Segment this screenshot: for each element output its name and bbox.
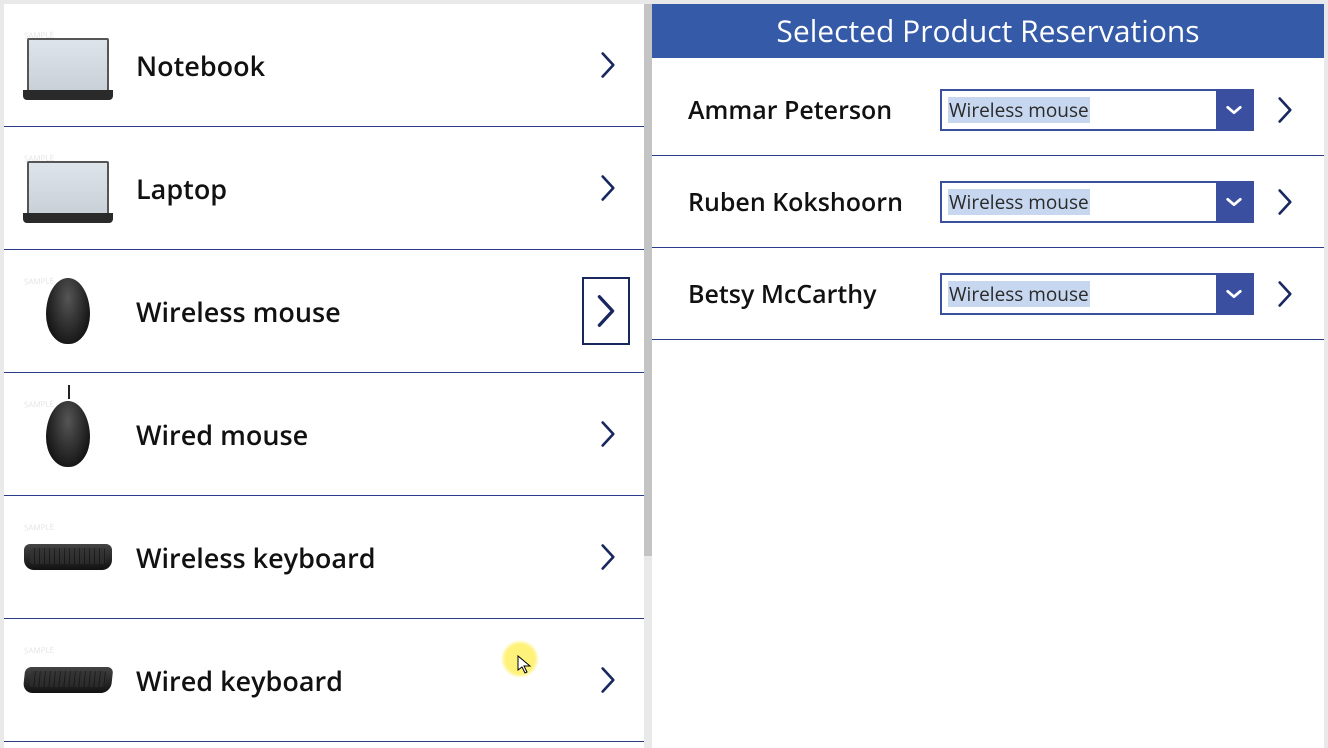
product-thumbnail: SAMPLE (22, 641, 114, 719)
person-name: Betsy McCarthy (688, 277, 940, 311)
product-thumbnail: SAMPLE (22, 149, 114, 227)
reservation-row: Ammar Peterson Wireless mouse (652, 64, 1324, 156)
chevron-right-icon[interactable] (582, 277, 630, 345)
chevron-right-icon[interactable] (586, 535, 630, 579)
chevron-right-icon[interactable] (586, 658, 630, 702)
product-row[interactable]: SAMPLE Laptop (4, 127, 644, 250)
product-select-value: Wireless mouse (942, 91, 1216, 129)
product-select[interactable]: Wireless mouse (940, 273, 1254, 315)
product-row[interactable]: SAMPLE Wired keyboard (4, 619, 644, 742)
product-thumbnail: SAMPLE (22, 272, 114, 350)
product-select-value: Wireless mouse (942, 275, 1216, 313)
reservation-row: Betsy McCarthy Wireless mouse (652, 248, 1324, 340)
product-row[interactable]: SAMPLE Notebook (4, 4, 644, 127)
chevron-right-icon[interactable] (1268, 277, 1302, 311)
product-thumbnail: SAMPLE (22, 26, 114, 104)
chevron-down-icon[interactable] (1216, 183, 1252, 221)
chevron-right-icon[interactable] (1268, 185, 1302, 219)
product-select[interactable]: Wireless mouse (940, 181, 1254, 223)
reservations-pane: Selected Product Reservations Ammar Pete… (652, 4, 1324, 748)
chevron-down-icon[interactable] (1216, 91, 1252, 129)
chevron-right-icon[interactable] (586, 412, 630, 456)
product-row[interactable]: SAMPLE Wireless mouse (4, 250, 644, 373)
product-label: Notebook (136, 47, 586, 84)
product-list-pane: SAMPLE Notebook SAMPLE Laptop SAMPLE Wir… (4, 4, 644, 748)
product-label: Laptop (136, 170, 586, 207)
person-name: Ruben Kokshoorn (688, 185, 940, 219)
product-thumbnail: SAMPLE (22, 518, 114, 596)
vertical-scrollbar[interactable] (644, 4, 652, 556)
product-label: Wired mouse (136, 416, 586, 453)
product-label: Wireless keyboard (136, 539, 586, 576)
product-label: Wireless mouse (136, 293, 582, 330)
chevron-right-icon[interactable] (1268, 93, 1302, 127)
product-row[interactable]: SAMPLE Wired mouse (4, 373, 644, 496)
reservations-header: Selected Product Reservations (652, 4, 1324, 58)
product-select-value: Wireless mouse (942, 183, 1216, 221)
product-row[interactable]: SAMPLE Wireless keyboard (4, 496, 644, 619)
chevron-right-icon[interactable] (586, 166, 630, 210)
chevron-down-icon[interactable] (1216, 275, 1252, 313)
reservation-row: Ruben Kokshoorn Wireless mouse (652, 156, 1324, 248)
product-thumbnail: SAMPLE (22, 395, 114, 473)
person-name: Ammar Peterson (688, 93, 940, 127)
app-root: SAMPLE Notebook SAMPLE Laptop SAMPLE Wir… (0, 0, 1328, 748)
product-label: Wired keyboard (136, 662, 586, 699)
product-select[interactable]: Wireless mouse (940, 89, 1254, 131)
chevron-right-icon[interactable] (586, 43, 630, 87)
